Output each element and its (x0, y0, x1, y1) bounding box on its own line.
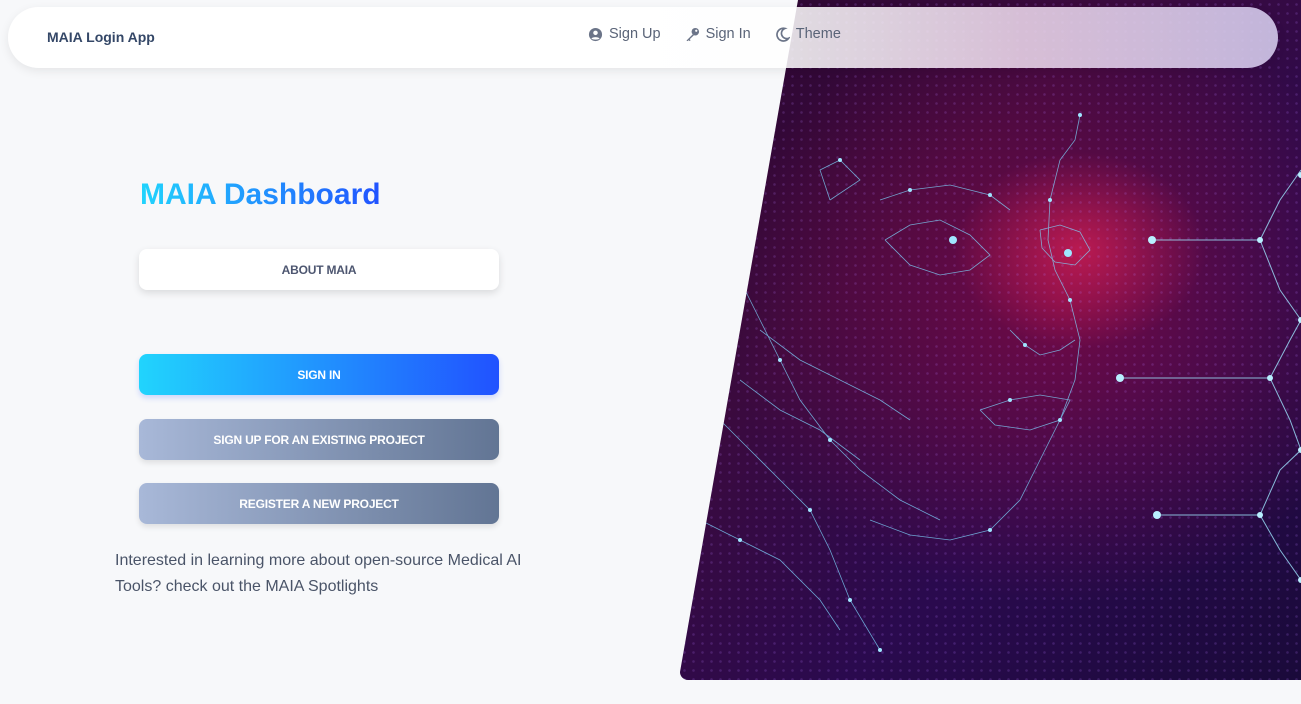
nav-theme-toggle[interactable]: Theme (775, 26, 841, 42)
about-maia-button[interactable]: ABOUT MAIA (139, 249, 499, 290)
moon-icon (775, 26, 790, 42)
face-network-graphic (699, 113, 1301, 652)
nav-sign-in-link[interactable]: Sign In (685, 26, 751, 42)
register-new-project-button[interactable]: REGISTER A NEW PROJECT (139, 483, 499, 524)
page-title: MAIA Dashboard (140, 178, 381, 211)
nav-links: Sign Up Sign In Theme (588, 26, 841, 42)
key-icon (686, 27, 699, 41)
sign-in-button[interactable]: SIGN IN (139, 354, 499, 395)
hero-ai-face-image (680, 0, 1301, 680)
nav-theme-label: Theme (795, 26, 841, 42)
sign-up-existing-project-button[interactable]: SIGN UP FOR AN EXISTING PROJECT (139, 419, 499, 460)
top-navbar: MAIA Login App Sign Up Sign In Theme (8, 7, 1278, 68)
user-circle-icon (588, 27, 603, 41)
nav-sign-in-label: Sign In (705, 26, 751, 42)
brand-title[interactable]: MAIA Login App (47, 29, 155, 45)
nav-sign-up-link[interactable]: Sign Up (588, 26, 661, 42)
nav-sign-up-label: Sign Up (609, 26, 661, 42)
spotlights-info-text: Interested in learning more about open-s… (115, 552, 522, 595)
